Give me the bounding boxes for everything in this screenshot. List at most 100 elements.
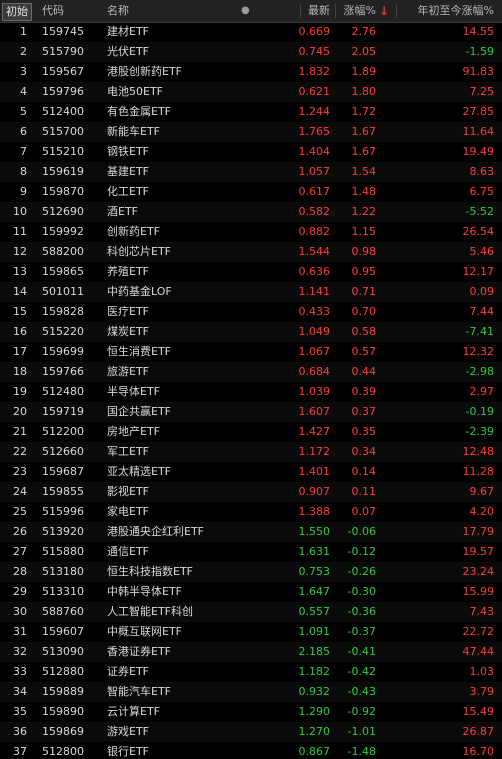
change-pct: -0.42 xyxy=(347,665,376,678)
fund-name: 恒生消费ETF xyxy=(107,345,171,358)
etf-quote-table: 初始 代码 名称 ● 最新 涨幅% ↓ 年初至今涨幅% 1 159745 建材ETF… xyxy=(0,0,502,759)
latest-price: 0.867 xyxy=(298,745,331,758)
table-row[interactable]: 20 159719 国企共赢ETF 1.607 0.37 -0.19 xyxy=(0,402,502,422)
latest-price: 0.557 xyxy=(298,605,331,618)
fund-name: 亚太精选ETF xyxy=(107,465,171,478)
ytd-change-pct: 3.79 xyxy=(469,685,495,698)
change-pct: -0.43 xyxy=(347,685,376,698)
fund-code: 159567 xyxy=(42,65,84,78)
fund-code: 159607 xyxy=(42,625,84,638)
table-row[interactable]: 9 159870 化工ETF 0.617 1.48 6.75 xyxy=(0,182,502,202)
row-index: 15 xyxy=(13,305,27,318)
table-row[interactable]: 36 159869 游戏ETF 1.270 -1.01 26.87 xyxy=(0,722,502,742)
ytd-change-pct: -5.52 xyxy=(465,205,494,218)
table-row[interactable]: 16 515220 煤炭ETF 1.049 0.58 -7.41 xyxy=(0,322,502,342)
fund-name: 化工ETF xyxy=(107,185,149,198)
table-row[interactable]: 25 515996 家电ETF 1.388 0.07 4.20 xyxy=(0,502,502,522)
fund-code: 159992 xyxy=(42,225,84,238)
column-divider xyxy=(335,4,336,18)
row-index: 14 xyxy=(13,285,27,298)
table-row[interactable]: 30 588760 人工智能ETF科创 0.557 -0.36 7.43 xyxy=(0,602,502,622)
fund-name: 半导体ETF xyxy=(107,385,160,398)
table-row[interactable]: 28 513180 恒生科技指数ETF 0.753 -0.26 23.24 xyxy=(0,562,502,582)
ytd-change-pct: -0.19 xyxy=(465,405,494,418)
table-row[interactable]: 22 512660 军工ETF 1.172 0.34 12.48 xyxy=(0,442,502,462)
change-pct: 0.37 xyxy=(351,405,377,418)
latest-price: 0.932 xyxy=(298,685,331,698)
table-row[interactable]: 10 512690 酒ETF 0.582 1.22 -5.52 xyxy=(0,202,502,222)
ytd-change-pct: 23.24 xyxy=(462,565,495,578)
latest-price: 1.427 xyxy=(298,425,331,438)
table-row[interactable]: 13 159865 养殖ETF 0.636 0.95 12.17 xyxy=(0,262,502,282)
table-row[interactable]: 2 515790 光伏ETF 0.745 2.05 -1.59 xyxy=(0,42,502,62)
table-row[interactable]: 14 501011 中药基金LOF 1.141 0.71 0.09 xyxy=(0,282,502,302)
table-row[interactable]: 31 159607 中概互联网ETF 1.091 -0.37 22.72 xyxy=(0,622,502,642)
table-row[interactable]: 4 159796 电池50ETF 0.621 1.80 7.25 xyxy=(0,82,502,102)
table-row[interactable]: 29 513310 中韩半导体ETF 1.647 -0.30 15.99 xyxy=(0,582,502,602)
table-row[interactable]: 19 512480 半导体ETF 1.039 0.39 2.97 xyxy=(0,382,502,402)
change-pct: 1.72 xyxy=(351,105,377,118)
fund-code: 512400 xyxy=(42,105,84,118)
fund-name: 中概互联网ETF xyxy=(107,625,182,638)
row-index: 7 xyxy=(20,145,27,158)
fund-code: 513310 xyxy=(42,585,84,598)
row-index: 9 xyxy=(20,185,27,198)
table-row[interactable]: 35 159890 云计算ETF 1.290 -0.92 15.49 xyxy=(0,702,502,722)
row-index: 26 xyxy=(13,525,27,538)
table-row[interactable]: 37 512800 银行ETF 0.867 -1.48 16.70 xyxy=(0,742,502,759)
fund-code: 512880 xyxy=(42,665,84,678)
ytd-change-pct: 5.46 xyxy=(469,245,495,258)
column-header-code[interactable]: 代码 xyxy=(42,0,64,22)
table-row[interactable]: 5 512400 有色金属ETF 1.244 1.72 27.85 xyxy=(0,102,502,122)
table-row[interactable]: 32 513090 香港证券ETF 2.185 -0.41 47.44 xyxy=(0,642,502,662)
fund-name: 光伏ETF xyxy=(107,45,149,58)
table-row[interactable]: 18 159766 旅游ETF 0.684 0.44 -2.98 xyxy=(0,362,502,382)
change-pct: 0.11 xyxy=(351,485,377,498)
table-row[interactable]: 27 515880 通信ETF 1.631 -0.12 19.57 xyxy=(0,542,502,562)
change-pct: 1.54 xyxy=(351,165,377,178)
column-header-change-pct[interactable]: 涨幅% xyxy=(344,0,376,22)
table-row[interactable]: 24 159855 影视ETF 0.907 0.11 9.67 xyxy=(0,482,502,502)
latest-price: 1.647 xyxy=(298,585,331,598)
table-row[interactable]: 6 515700 新能车ETF 1.765 1.67 11.64 xyxy=(0,122,502,142)
latest-price: 0.882 xyxy=(298,225,331,238)
fund-code: 512800 xyxy=(42,745,84,758)
change-pct: 2.76 xyxy=(351,25,377,38)
table-row[interactable]: 34 159889 智能汽车ETF 0.932 -0.43 3.79 xyxy=(0,682,502,702)
change-pct: -0.30 xyxy=(347,585,376,598)
ytd-change-pct: -2.39 xyxy=(465,425,494,438)
ytd-change-pct: 91.83 xyxy=(462,65,495,78)
latest-price: 1.765 xyxy=(298,125,331,138)
table-row[interactable]: 12 588200 科创芯片ETF 1.544 0.98 5.46 xyxy=(0,242,502,262)
change-pct: 0.71 xyxy=(351,285,377,298)
ytd-change-pct: 12.17 xyxy=(462,265,495,278)
latest-price: 0.669 xyxy=(298,25,331,38)
latest-price: 1.401 xyxy=(298,465,331,478)
table-row[interactable]: 21 512200 房地产ETF 1.427 0.35 -2.39 xyxy=(0,422,502,442)
change-pct: -0.37 xyxy=(347,625,376,638)
table-row[interactable]: 23 159687 亚太精选ETF 1.401 0.14 11.28 xyxy=(0,462,502,482)
latest-price: 1.091 xyxy=(298,625,331,638)
sort-descending-icon[interactable]: ↓ xyxy=(379,0,389,22)
table-row[interactable]: 1 159745 建材ETF 0.669 2.76 14.55 xyxy=(0,22,502,42)
table-row[interactable]: 33 512880 证券ETF 1.182 -0.42 1.03 xyxy=(0,662,502,682)
column-header-price[interactable]: 最新 xyxy=(308,0,330,22)
table-row[interactable]: 15 159828 医疗ETF 0.433 0.70 7.44 xyxy=(0,302,502,322)
table-row[interactable]: 7 515210 钢铁ETF 1.404 1.67 19.49 xyxy=(0,142,502,162)
table-row[interactable]: 3 159567 港股创新药ETF 1.832 1.89 91.83 xyxy=(0,62,502,82)
column-header-ytd-pct[interactable]: 年初至今涨幅% xyxy=(418,0,494,22)
change-pct: 0.35 xyxy=(351,425,377,438)
row-index: 36 xyxy=(13,725,27,738)
table-row[interactable]: 11 159992 创新药ETF 0.882 1.15 26.54 xyxy=(0,222,502,242)
latest-price: 1.172 xyxy=(298,445,331,458)
table-row[interactable]: 8 159619 基建ETF 1.057 1.54 8.63 xyxy=(0,162,502,182)
row-index: 34 xyxy=(13,685,27,698)
column-header-name[interactable]: 名称 xyxy=(107,0,129,22)
change-pct: 0.58 xyxy=(351,325,377,338)
row-index: 2 xyxy=(20,45,27,58)
table-row[interactable]: 17 159699 恒生消费ETF 1.067 0.57 12.32 xyxy=(0,342,502,362)
reset-sort-button[interactable]: 初始 xyxy=(2,3,32,21)
latest-price: 0.684 xyxy=(298,365,331,378)
latest-price: 1.039 xyxy=(298,385,331,398)
table-row[interactable]: 26 513920 港股通央企红利ETF 1.550 -0.06 17.79 xyxy=(0,522,502,542)
